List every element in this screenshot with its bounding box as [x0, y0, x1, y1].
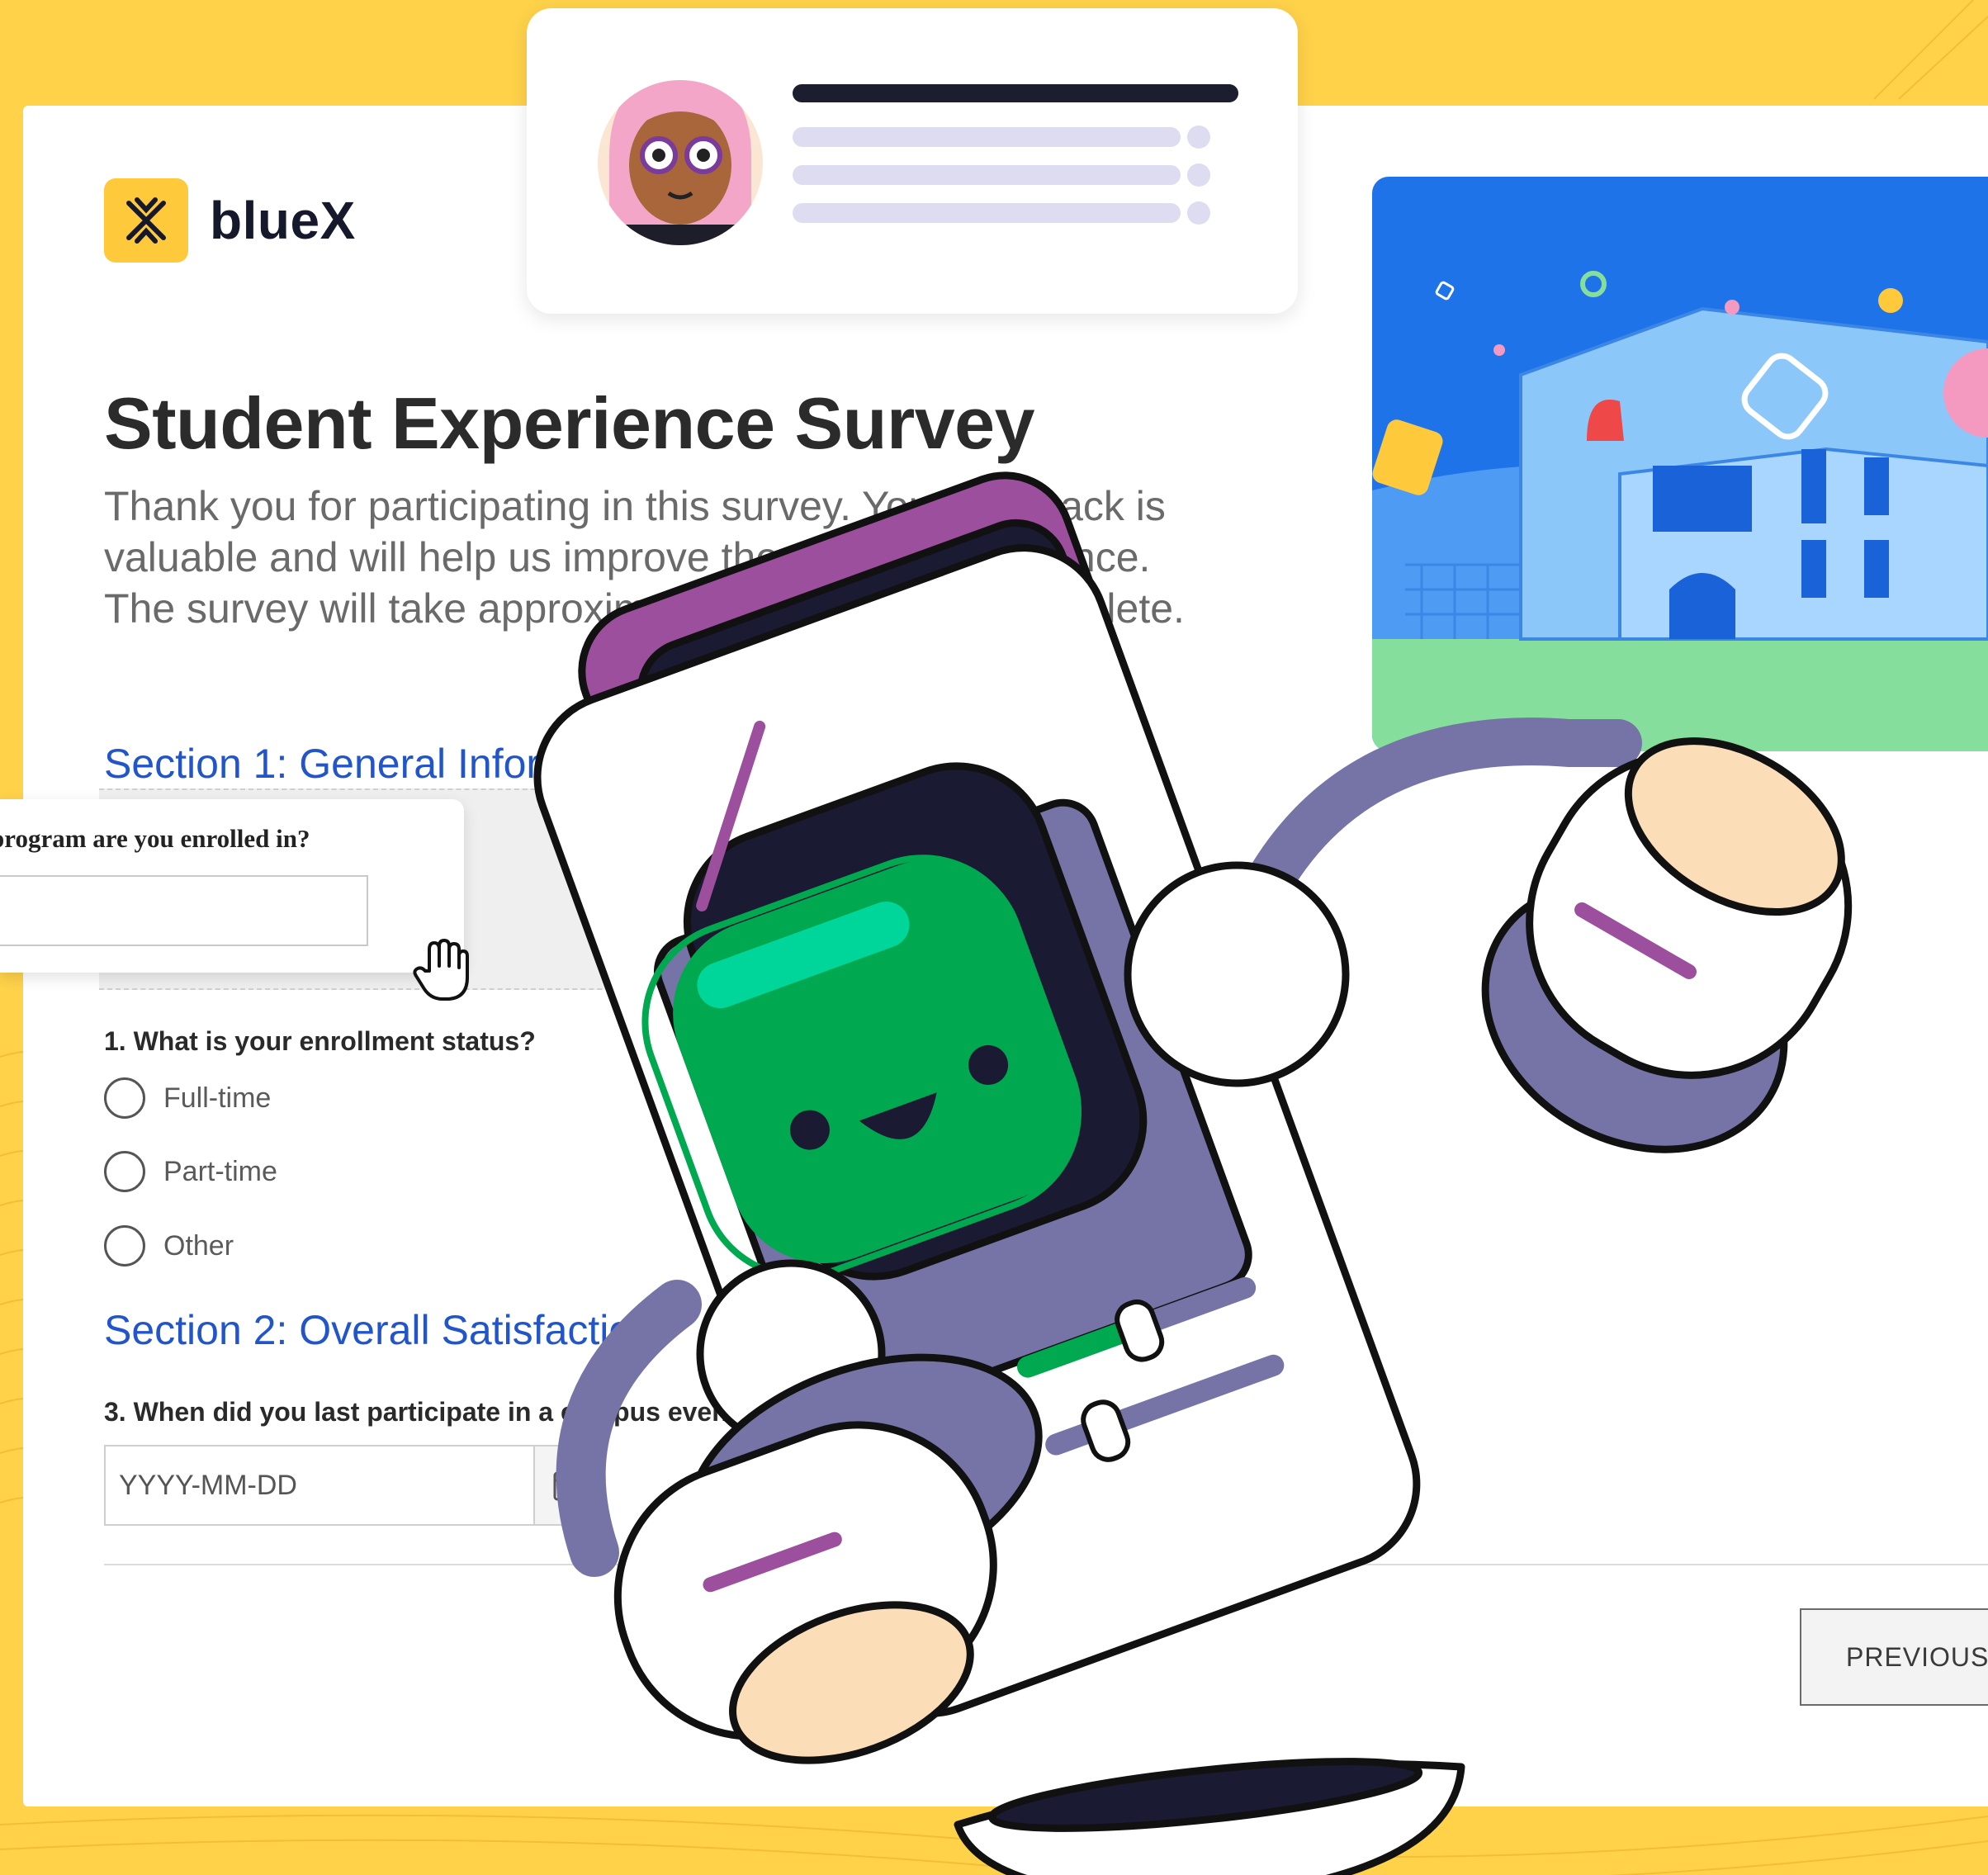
radio-circle[interactable] — [104, 1077, 145, 1119]
date-input[interactable]: YYYY-MM-DD — [104, 1445, 535, 1526]
question-3-label: 3. When did you last participate in a ca… — [104, 1397, 753, 1427]
intro-line-3: The survey will take approximately 10 mi… — [104, 585, 1185, 632]
profile-illustration — [598, 80, 1238, 245]
intro-line-1: Thank you for participating in this surv… — [104, 483, 1166, 529]
radio-full-time[interactable]: Full-time — [104, 1077, 271, 1119]
hand-cursor-icon — [411, 938, 476, 1008]
radio-other[interactable]: Other — [104, 1225, 234, 1267]
radio-label: Full-time — [163, 1082, 272, 1114]
radio-circle[interactable] — [104, 1151, 145, 1192]
section-1-title: Section 1: General Information — [104, 741, 665, 787]
radio-label: Other — [163, 1229, 234, 1262]
radio-part-time[interactable]: Part-time — [104, 1151, 277, 1192]
brand-name: blueX — [210, 191, 356, 250]
brand-logo: blueX — [104, 178, 356, 263]
intro-line-2: valuable and will help us improve the st… — [104, 534, 1151, 580]
date-placeholder: YYYY-MM-DD — [119, 1470, 297, 1501]
form-divider — [104, 1564, 1988, 1565]
logo-x-icon — [104, 178, 188, 263]
page-title: Student Experience Survey — [104, 382, 1035, 464]
calendar-icon — [553, 1469, 583, 1501]
dragged-question-label: program are you enrolled in? — [0, 824, 310, 853]
intro-text: Thank you for participating in this surv… — [104, 481, 1309, 634]
question-1-label: 1. What is your enrollment status? — [104, 1026, 536, 1056]
dragged-question-card[interactable]: program are you enrolled in? — [0, 799, 464, 973]
radio-circle[interactable] — [104, 1225, 145, 1267]
previous-button[interactable]: PREVIOUS — [1800, 1608, 1988, 1706]
section-2-title: Section 2: Overall Satisfaction — [104, 1307, 655, 1353]
dragged-question-input[interactable] — [0, 875, 368, 946]
profile-card — [527, 8, 1298, 314]
campus-illustration — [1372, 177, 1988, 751]
calendar-button[interactable] — [533, 1445, 599, 1526]
radio-label: Part-time — [163, 1155, 277, 1187]
